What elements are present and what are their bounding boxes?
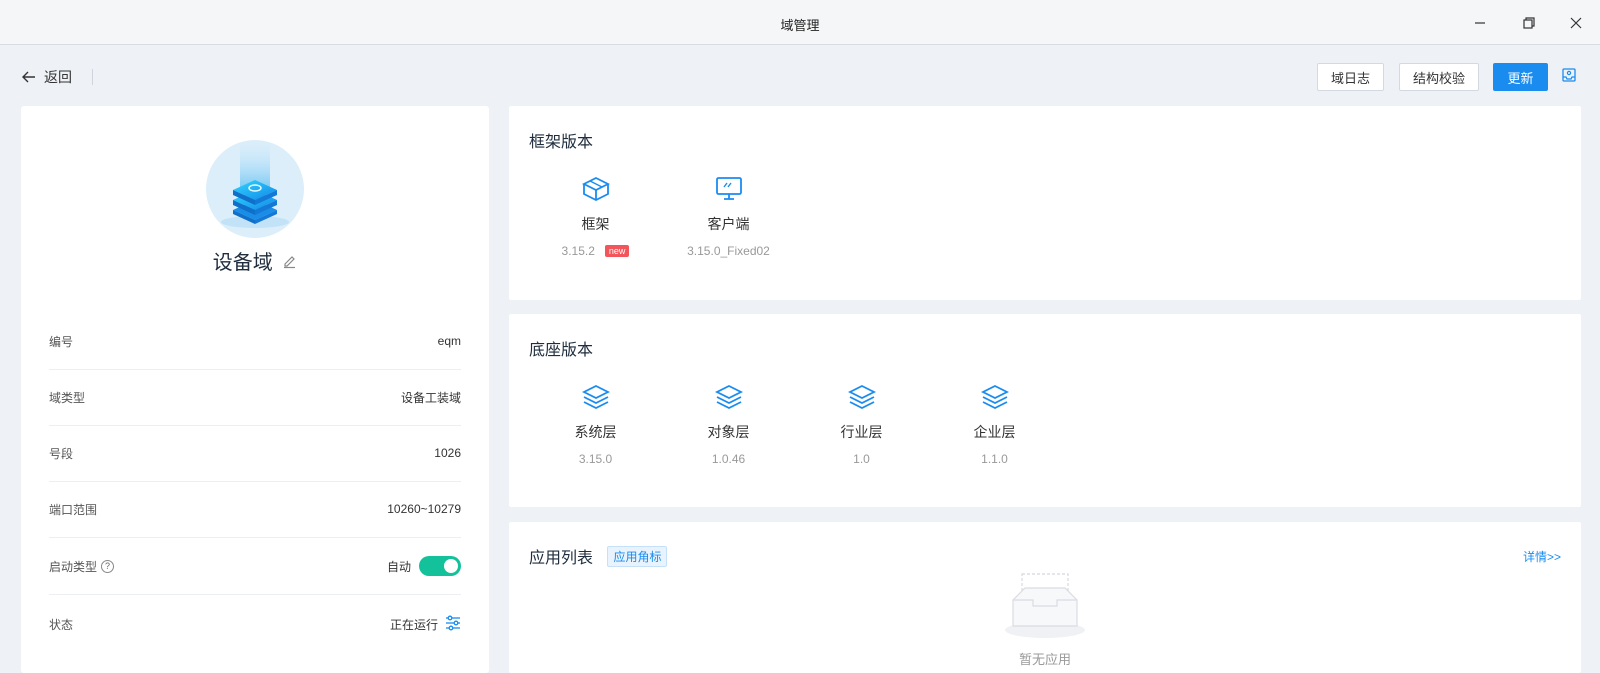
window-title: 域管理 xyxy=(780,18,820,33)
item-name: 客户端 xyxy=(707,216,750,232)
domain-log-button[interactable]: 域日志 xyxy=(1317,63,1384,91)
app-list-section: 应用列表 应用角标 详情>> 暂无应用 xyxy=(509,522,1581,673)
field-label: 端口范围 xyxy=(49,502,98,517)
base-items: 系统层 3.15.0 对象层 1.0.46 行业层 1.0 企业层 1.1.0 xyxy=(529,384,1061,466)
domain-avatar xyxy=(206,140,304,238)
framework-version-section: 框架版本 框架 3.15.2 new 客户端 3.15.0_Fixed02 xyxy=(509,106,1581,300)
section-title: 框架版本 xyxy=(529,134,594,151)
field-value: 10260~10279 xyxy=(387,502,461,516)
detail-link[interactable]: 详情>> xyxy=(1523,548,1561,565)
item-version-row: 3.15.2 new xyxy=(529,244,662,258)
field-label: 号段 xyxy=(49,446,74,461)
field-label: 域类型 xyxy=(49,390,86,405)
layers-icon xyxy=(529,384,662,410)
item-version: 3.15.0_Fixed02 xyxy=(687,244,770,258)
field-label: 状态 xyxy=(49,618,74,632)
close-icon[interactable] xyxy=(1565,12,1587,34)
item-name: 企业层 xyxy=(973,424,1016,440)
settings-sliders-icon[interactable] xyxy=(445,615,461,634)
domain-name: 设备域 xyxy=(212,252,273,274)
item-version: 3.15.0 xyxy=(578,452,613,466)
item-version: 3.15.2 xyxy=(561,244,595,258)
info-row-port-range: 端口范围 10260~10279 xyxy=(49,481,461,538)
section-title: 底座版本 xyxy=(529,342,594,359)
field-value: 正在运行 xyxy=(389,618,438,632)
arrow-left-icon xyxy=(22,71,35,83)
section-title: 应用列表 xyxy=(529,550,594,567)
framework-item[interactable]: 框架 3.15.2 new xyxy=(529,176,662,258)
title-bar: 域管理 xyxy=(0,0,1600,45)
structure-check-button[interactable]: 结构校验 xyxy=(1399,63,1479,91)
auto-start-toggle[interactable] xyxy=(419,556,461,576)
info-row-startup-type: 启动类型 ? 自动 xyxy=(49,538,461,595)
field-value: 1026 xyxy=(434,446,461,460)
edit-icon[interactable] xyxy=(282,252,297,275)
app-badge[interactable]: 应用角标 xyxy=(607,546,668,567)
help-icon[interactable]: ? xyxy=(101,559,115,573)
server-stack-icon xyxy=(221,140,289,228)
layers-icon xyxy=(928,384,1061,410)
toolbar-divider xyxy=(92,69,93,85)
minimize-icon[interactable] xyxy=(1469,12,1491,34)
field-label: 启动类型 xyxy=(49,559,98,574)
section-title-row: 应用列表 应用角标 xyxy=(529,544,668,568)
field-value-row: 正在运行 xyxy=(390,615,461,634)
item-name: 行业层 xyxy=(840,424,883,440)
field-value: eqm xyxy=(437,334,461,348)
cube-icon xyxy=(529,176,662,202)
item-version: 1.0 xyxy=(853,452,870,466)
info-row-code: 编号 eqm xyxy=(49,313,461,370)
back-label: 返回 xyxy=(44,69,72,85)
domain-info-card: 设备域 编号 eqm 域类型 设备工装域 号段 1026 端口范围 10260~… xyxy=(21,106,489,673)
system-layer-item[interactable]: 系统层 3.15.0 xyxy=(529,384,662,466)
industry-layer-item[interactable]: 行业层 1.0 xyxy=(795,384,928,466)
empty-box-icon xyxy=(1005,573,1085,638)
info-row-segment: 号段 1026 xyxy=(49,425,461,482)
monitor-icon xyxy=(662,176,795,202)
layers-icon xyxy=(662,384,795,410)
new-badge: new xyxy=(604,245,630,257)
info-row-type: 域类型 设备工装域 xyxy=(49,369,461,426)
item-name: 对象层 xyxy=(707,424,750,440)
field-value-row: 自动 xyxy=(387,556,461,576)
field-value: 设备工装域 xyxy=(400,390,461,405)
field-label: 编号 xyxy=(49,334,74,349)
update-button[interactable]: 更新 xyxy=(1493,63,1548,91)
item-name: 框架 xyxy=(581,216,610,232)
restore-icon[interactable] xyxy=(1518,12,1540,34)
framework-items: 框架 3.15.2 new 客户端 3.15.0_Fixed02 xyxy=(529,176,795,258)
field-label-row: 启动类型 ? xyxy=(49,558,115,575)
client-item[interactable]: 客户端 3.15.0_Fixed02 xyxy=(662,176,795,258)
info-row-status: 状态 正在运行 xyxy=(49,596,461,653)
field-value: 自动 xyxy=(386,559,411,574)
item-version: 1.0.46 xyxy=(711,452,746,466)
enterprise-layer-item[interactable]: 企业层 1.1.0 xyxy=(928,384,1061,466)
empty-text: 暂无应用 xyxy=(1018,652,1071,667)
item-version: 1.1.0 xyxy=(981,452,1008,466)
item-name: 系统层 xyxy=(574,424,617,440)
base-version-section: 底座版本 系统层 3.15.0 对象层 1.0.46 行业层 1.0 企业层 1… xyxy=(509,314,1581,507)
object-layer-item[interactable]: 对象层 1.0.46 xyxy=(662,384,795,466)
inbox-icon[interactable] xyxy=(1561,67,1581,87)
back-button[interactable]: 返回 xyxy=(22,67,72,87)
empty-state: 暂无应用 xyxy=(999,572,1091,668)
layers-icon xyxy=(795,384,928,410)
domain-name-row: 设备域 xyxy=(21,246,489,275)
